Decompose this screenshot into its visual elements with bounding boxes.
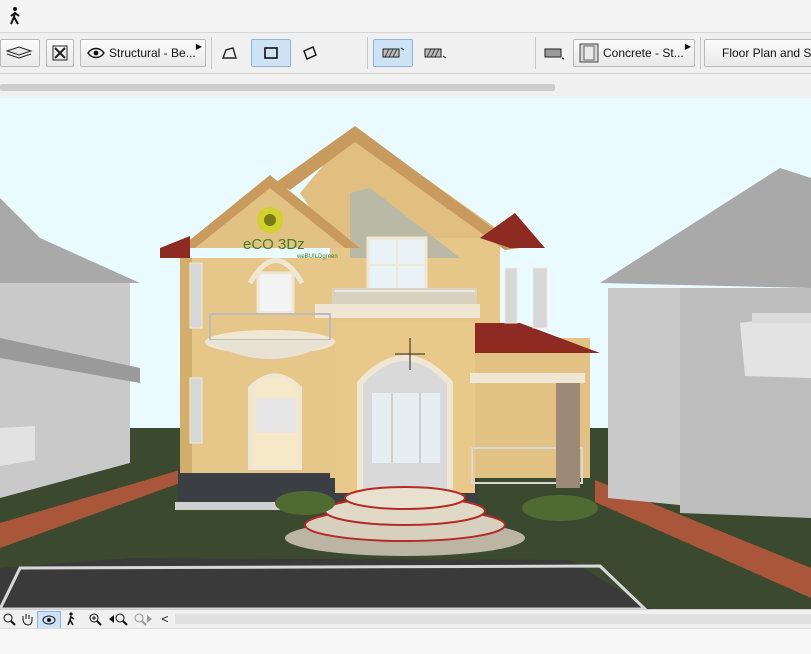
rectangle-icon	[264, 47, 278, 59]
building-3d-render: eCO 3Dz weBUILDgreen	[0, 126, 811, 609]
scroll-left-button[interactable]: <	[156, 611, 174, 627]
geometry-rotated-button[interactable]	[296, 39, 324, 67]
zoom-icon[interactable]	[0, 611, 18, 627]
layer-view-dropdown[interactable]: Structural - Be... ▶	[80, 39, 206, 67]
geometry-custom-button[interactable]	[216, 39, 244, 67]
geometry-rectangle-button[interactable]	[251, 39, 291, 67]
orbit-icon[interactable]	[37, 611, 61, 629]
neighbor-house-right	[600, 168, 811, 518]
info-toolbar: Structural - Be... ▶ Concrete - St... ▶ …	[0, 33, 811, 74]
hatch-fill-icon	[424, 48, 447, 59]
horizontal-scrollbar[interactable]	[175, 614, 811, 624]
view-label: Floor Plan and Sec	[722, 46, 811, 60]
fill-swatch-icon	[544, 48, 565, 60]
element-pick-button[interactable]	[46, 39, 74, 67]
rotated-rectangle-icon	[303, 46, 317, 60]
material-dropdown[interactable]: Concrete - St... ▶	[573, 39, 695, 67]
top-bar	[0, 0, 811, 33]
toolbar-separator	[367, 37, 368, 69]
zoom-in-icon[interactable]	[86, 611, 104, 627]
zoom-prev-icon[interactable]	[106, 611, 130, 627]
toolbar-separator	[211, 37, 212, 69]
navigation-bar: <	[0, 609, 811, 629]
toolbar-separator	[700, 37, 701, 69]
3d-viewport[interactable]: eCO 3Dz weBUILDgreen	[0, 98, 811, 609]
toolbar-separator	[535, 37, 536, 69]
fill-bottom-button[interactable]	[420, 39, 450, 67]
hatch-fill-icon	[382, 47, 405, 58]
logo-title: eCO 3Dz	[243, 236, 305, 253]
pick-cursor-icon	[52, 45, 68, 61]
view-dropdown[interactable]: Floor Plan and Sec	[704, 39, 811, 67]
toolbar-scrollbar[interactable]	[0, 84, 555, 91]
logo-subtitle: weBUILDgreen	[296, 254, 338, 260]
walk-person-icon[interactable]	[6, 6, 24, 26]
status-bar	[0, 628, 811, 654]
layer-settings-button[interactable]	[0, 39, 40, 67]
eye-icon	[87, 47, 105, 59]
material-label: Concrete - St...	[603, 46, 684, 60]
hand-pan-icon[interactable]	[18, 611, 36, 627]
dropdown-arrow-icon: ▶	[684, 42, 691, 51]
fill-top-button[interactable]	[373, 39, 413, 67]
material-swatch-icon	[579, 43, 599, 63]
layer-view-label: Structural - Be...	[109, 46, 196, 60]
neighbor-house-left	[0, 198, 140, 498]
dropdown-arrow-icon: ▶	[195, 42, 202, 51]
layer-stack-icon	[5, 46, 33, 59]
walk-icon[interactable]	[62, 611, 80, 627]
zoom-next-icon[interactable]	[132, 611, 154, 627]
custom-shape-icon	[221, 47, 237, 59]
cut-fill-button[interactable]	[540, 39, 568, 67]
